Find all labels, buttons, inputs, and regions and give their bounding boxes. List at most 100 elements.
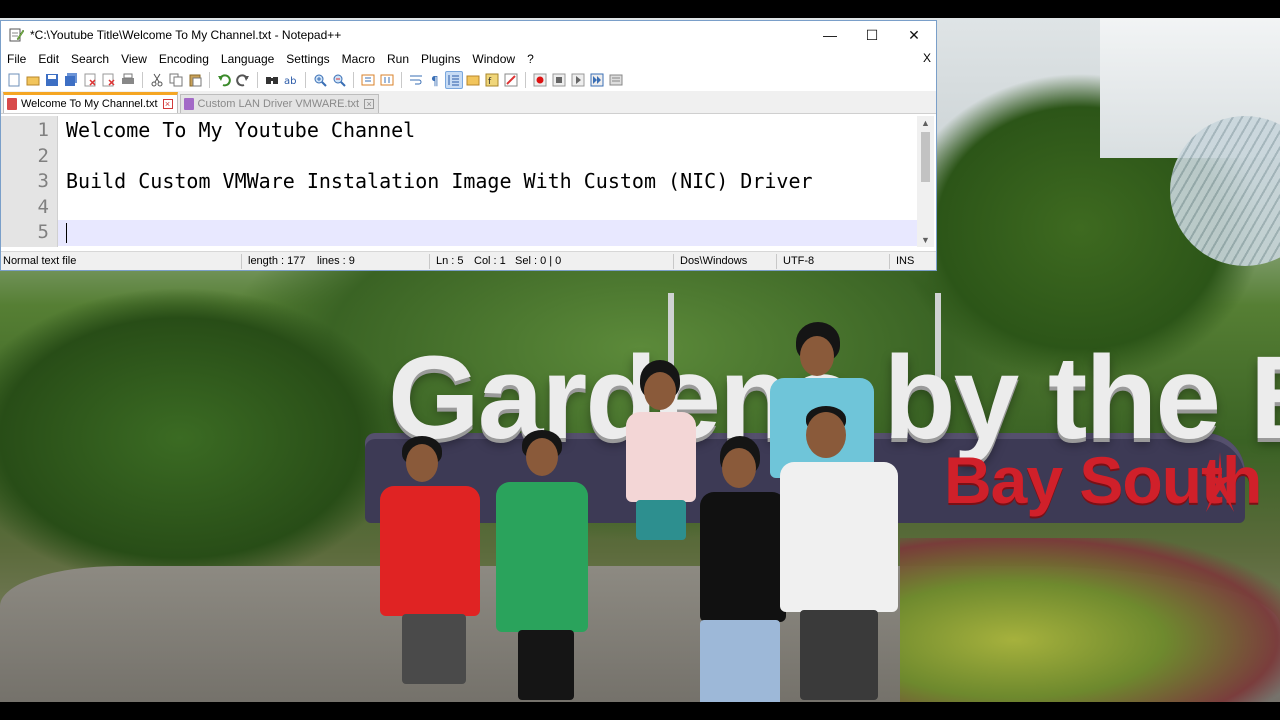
toolbar: ab ¶ f [1,69,936,91]
wallpaper-foliage [900,538,1280,702]
menu-help[interactable]: ? [521,52,540,66]
status-divider [429,254,430,269]
status-selection: Sel : 0 | 0 [515,255,562,267]
menu-settings[interactable]: Settings [280,52,335,66]
line-text: Welcome To My Youtube Channel [66,118,416,142]
menu-view[interactable]: View [115,52,153,66]
line-number: 5 [37,221,49,243]
status-bar: Normal text file length : 177 lines : 9 … [1,251,936,270]
menu-run[interactable]: Run [381,52,415,66]
text-editor[interactable]: 1 Welcome To My Youtube Channel 2 3 Buil… [1,116,936,247]
folder-workspace-icon[interactable] [502,71,520,89]
close-icon: ✕ [908,26,920,43]
print-icon[interactable] [119,71,137,89]
menu-encoding[interactable]: Encoding [153,52,215,66]
editor-line[interactable]: 3 Build Custom VMWare Instalation Image … [1,169,918,195]
status-divider [241,254,242,269]
menu-window[interactable]: Window [466,52,521,66]
vertical-scrollbar[interactable]: ▲ ▼ [917,116,934,247]
redo-icon[interactable] [234,71,252,89]
menu-search[interactable]: Search [65,52,115,66]
tab-close-icon[interactable]: × [162,99,173,109]
svg-text:ab: ab [284,76,296,87]
status-length: length : 177 [248,255,306,267]
menu-plugins[interactable]: Plugins [415,52,466,66]
maximize-button[interactable]: ☐ [850,21,894,49]
tab-bar: Welcome To My Channel.txt × Custom LAN D… [1,91,936,114]
toolbar-separator [209,72,210,88]
title-bar[interactable]: *C:\Youtube Title\Welcome To My Channel.… [1,21,936,49]
replace-icon[interactable]: ab [282,71,300,89]
status-column: Col : 1 [474,255,506,267]
menu-language[interactable]: Language [215,52,280,66]
paste-icon[interactable] [186,71,204,89]
status-insert-mode[interactable]: INS [896,255,914,267]
menu-bar: File Edit Search View Encoding Language … [1,49,936,69]
tab-custom-lan-driver[interactable]: Custom LAN Driver VMWARE.txt × [179,94,380,113]
close-button[interactable]: ✕ [892,21,936,49]
notepadpp-app-icon [9,28,24,42]
record-macro-icon[interactable] [531,71,549,89]
close-icon[interactable] [81,71,99,89]
play-macro-icon[interactable] [569,71,587,89]
svg-text:¶: ¶ [431,74,439,87]
status-divider [673,254,674,269]
file-icon [183,98,194,110]
window-title: *C:\Youtube Title\Welcome To My Channel.… [30,28,342,42]
scrollbar-thumb[interactable] [921,132,930,182]
tab-close-icon[interactable]: × [364,99,375,109]
editor-line[interactable]: 1 Welcome To My Youtube Channel [1,118,918,144]
doc-map-icon[interactable] [464,71,482,89]
show-all-chars-icon[interactable]: ¶ [426,71,444,89]
undo-icon[interactable] [215,71,233,89]
line-number: 2 [37,144,49,167]
status-line-number: Ln : 5 [436,255,464,267]
close-document-button[interactable]: X [923,51,931,65]
sync-vertical-icon[interactable] [359,71,377,89]
minimize-icon: — [823,27,837,43]
word-wrap-icon[interactable] [407,71,425,89]
toolbar-separator [142,72,143,88]
minimize-button[interactable]: — [808,21,852,49]
toolbar-separator [401,72,402,88]
editor-line[interactable]: 4 [1,195,918,221]
scroll-up-icon[interactable]: ▲ [917,116,934,130]
save-macro-icon[interactable] [607,71,625,89]
scroll-down-icon[interactable]: ▼ [917,233,934,247]
status-divider [889,254,890,269]
status-encoding[interactable]: UTF-8 [783,255,814,267]
stop-record-icon[interactable] [550,71,568,89]
copy-icon[interactable] [167,71,185,89]
status-lines: lines : 9 [317,255,355,267]
editor-line: 5 [1,220,57,246]
text-caret [66,223,67,243]
indent-guide-icon[interactable] [445,71,463,89]
function-list-icon[interactable]: f [483,71,501,89]
cut-icon[interactable] [148,71,166,89]
wallpaper-sign-mark [1204,452,1236,512]
menu-file[interactable]: File [1,52,32,66]
status-divider [776,254,777,269]
zoom-out-icon[interactable] [330,71,348,89]
tab-label: Custom LAN Driver VMWARE.txt [197,98,360,110]
menu-macro[interactable]: Macro [336,52,381,66]
editor-line[interactable]: 2 [1,144,918,170]
maximize-icon: ☐ [865,26,879,43]
open-file-icon[interactable] [24,71,42,89]
sync-horizontal-icon[interactable] [378,71,396,89]
notepadpp-window: *C:\Youtube Title\Welcome To My Channel.… [0,20,937,271]
save-icon[interactable] [43,71,61,89]
tab-welcome-to-my-channel[interactable]: Welcome To My Channel.txt × [3,92,178,113]
save-all-icon[interactable] [62,71,80,89]
status-eol[interactable]: Dos\Windows [680,255,747,267]
editor-current-line[interactable] [58,220,918,246]
toolbar-separator [257,72,258,88]
menu-edit[interactable]: Edit [32,52,65,66]
new-file-icon[interactable] [5,71,23,89]
run-macro-multiple-icon[interactable] [588,71,606,89]
zoom-in-icon[interactable] [311,71,329,89]
close-all-icon[interactable] [100,71,118,89]
unsaved-file-icon [7,98,17,110]
find-icon[interactable] [263,71,281,89]
line-number: 4 [37,195,49,218]
